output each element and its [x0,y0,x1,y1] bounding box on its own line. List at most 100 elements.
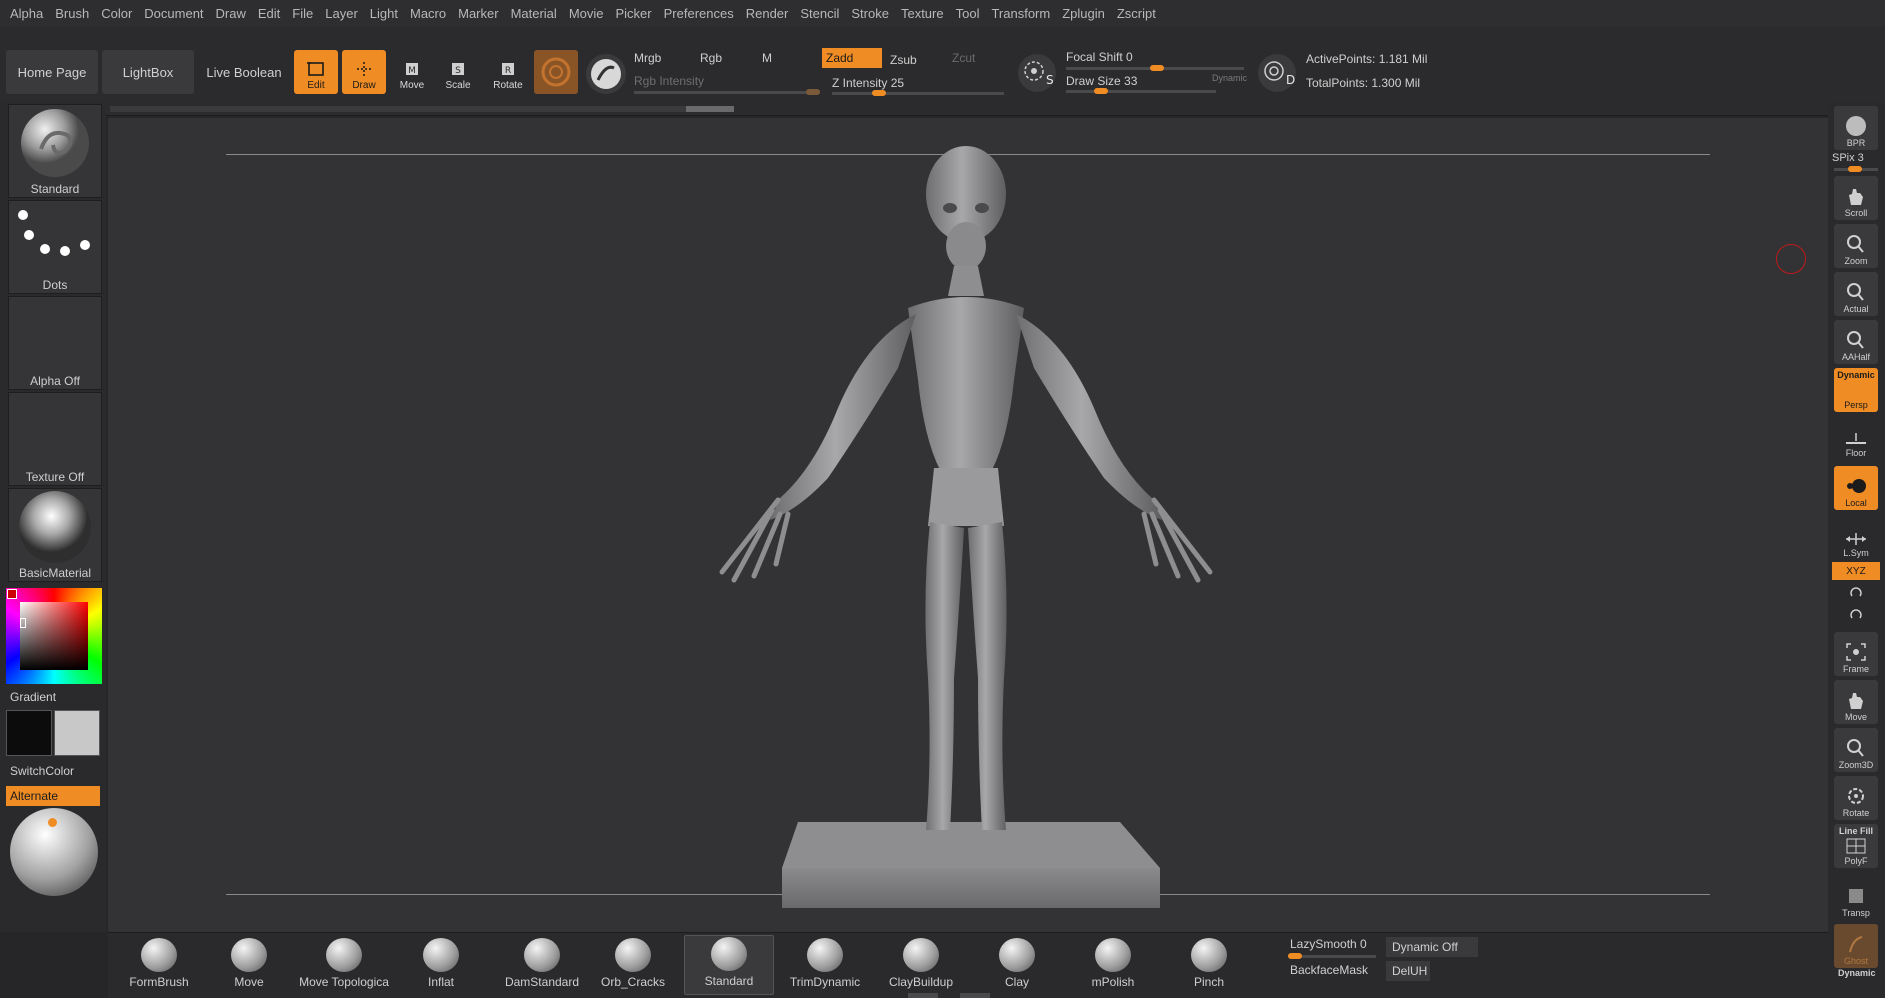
menu-movie[interactable]: Movie [563,6,610,21]
lsym-button[interactable]: L.Sym [1834,520,1878,560]
rgb-intensity-slider[interactable] [634,89,820,95]
menu-texture[interactable]: Texture [895,6,950,21]
menu-zplugin[interactable]: Zplugin [1056,6,1111,21]
brush-inflat[interactable]: Inflat [396,935,486,995]
polyf-button[interactable]: Line Fill PolyF [1834,824,1878,868]
floor-button[interactable]: Floor [1834,420,1878,460]
rgb-intensity-knob[interactable] [806,89,820,95]
menu-draw[interactable]: Draw [210,6,252,21]
scale-mode-button[interactable]: S Scale [436,50,480,94]
brush-move[interactable]: Move [204,935,294,995]
deluh-button[interactable]: DelUH [1386,961,1430,981]
ghost-button[interactable]: Ghost [1834,924,1878,968]
menu-material[interactable]: Material [505,6,563,21]
canvas-viewport[interactable] [108,118,1828,932]
menu-transform[interactable]: Transform [985,6,1056,21]
menu-file[interactable]: File [286,6,319,21]
stroke-d-icon[interactable]: D [1258,54,1296,92]
menu-preferences[interactable]: Preferences [658,6,740,21]
shelf-scroll-left[interactable] [908,993,938,998]
rotate-y-icon[interactable] [1848,586,1864,602]
edit-mode-button[interactable]: Edit [294,50,338,94]
lazy-smooth-label[interactable]: LazySmooth 0 [1290,937,1367,951]
menu-marker[interactable]: Marker [452,6,504,21]
brush-standard[interactable]: Standard [684,935,774,995]
move-view-button[interactable]: Move [1834,680,1878,724]
menu-stencil[interactable]: Stencil [794,6,845,21]
transp-button[interactable]: Transp [1834,876,1878,920]
backface-mask-button[interactable]: BackfaceMask [1290,963,1368,977]
brush-mpolish[interactable]: mPolish [1068,935,1158,995]
actual-button[interactable]: Actual [1834,272,1878,316]
menu-macro[interactable]: Macro [404,6,452,21]
stroke-s-icon[interactable]: S [1018,54,1056,92]
brush-pinch[interactable]: Pinch [1164,935,1254,995]
light-sphere[interactable] [10,808,98,896]
draw-mode-button[interactable]: Draw [342,50,386,94]
menu-layer[interactable]: Layer [319,6,364,21]
menu-zscript[interactable]: Zscript [1111,6,1162,21]
sculptris-pro-button[interactable] [534,50,578,94]
menu-brush[interactable]: Brush [49,6,95,21]
scroll-button[interactable]: Scroll [1834,176,1878,220]
brush-trimdynamic[interactable]: TrimDynamic [780,935,870,995]
rgb-toggle[interactable]: Rgb [696,48,752,68]
menu-light[interactable]: Light [364,6,404,21]
alpha-thumbnail[interactable]: Alpha Off [8,296,102,390]
saturation-square[interactable] [20,602,88,670]
spix-label[interactable]: SPix 3 [1832,152,1864,164]
brush-damstandard[interactable]: DamStandard [492,935,592,995]
brush-style-icon[interactable] [586,54,626,94]
lazy-smooth-knob[interactable] [1288,953,1302,959]
zoom-button[interactable]: Zoom [1834,224,1878,268]
spix-slider[interactable] [1834,166,1878,172]
home-page-button[interactable]: Home Page [6,50,98,94]
light-position-marker[interactable] [48,818,57,827]
material-thumbnail[interactable]: BasicMaterial [8,488,102,582]
menu-alpha[interactable]: Alpha [4,6,49,21]
bpr-button[interactable]: BPR [1834,106,1878,150]
dynamic-size-toggle[interactable]: Dynamic [1212,73,1247,83]
brush-clay[interactable]: Clay [972,935,1062,995]
alternate-button[interactable]: Alternate [6,786,100,806]
m-toggle[interactable]: M [758,48,818,68]
main-color-swatch[interactable] [6,710,52,756]
secondary-color-swatch[interactable] [54,710,100,756]
z-intensity-slider[interactable] [832,90,1004,96]
brush-thumbnail[interactable]: Standard [8,104,102,198]
brush-formbrush[interactable]: FormBrush [114,935,204,995]
zoom3d-button[interactable]: Zoom3D [1834,728,1878,772]
move-mode-button[interactable]: M Move [390,50,434,94]
brush-move-topological[interactable]: Move Topologica [294,935,394,995]
alien-sculpt-model[interactable] [108,118,1828,932]
toolbar-scrollbar-thumb[interactable] [686,106,734,112]
z-intensity-knob[interactable] [872,90,886,96]
frame-button[interactable]: Frame [1834,632,1878,676]
persp-button[interactable]: Dynamic Persp [1834,368,1878,412]
focal-shift-knob[interactable] [1150,65,1164,71]
zsub-toggle[interactable]: Zsub [886,50,942,70]
color-picker[interactable] [6,588,102,684]
toolbar-scrollbar-track[interactable] [110,106,734,112]
menu-stroke[interactable]: Stroke [845,6,895,21]
dynamic-subdiv-label[interactable]: Dynamic [1838,968,1876,978]
zcut-toggle[interactable]: Zcut [948,48,988,68]
local-button[interactable]: Local [1834,466,1878,510]
draw-size-knob[interactable] [1094,88,1108,94]
spix-knob[interactable] [1848,166,1862,172]
brush-claybuildup[interactable]: ClayBuildup [876,935,966,995]
mrgb-toggle[interactable]: Mrgb [630,48,692,68]
aahalf-button[interactable]: AAHalf [1834,320,1878,364]
focal-shift-slider[interactable] [1066,65,1244,71]
gradient-label[interactable]: Gradient [10,690,56,704]
rotate-mode-button[interactable]: R Rotate [486,50,530,94]
lazy-smooth-slider[interactable] [1288,953,1376,959]
menu-tool[interactable]: Tool [950,6,986,21]
xyz-button[interactable]: XYZ [1832,562,1880,580]
shelf-scroll-right[interactable] [960,993,990,998]
rotate-view-button[interactable]: Rotate [1834,776,1878,820]
brush-orb-cracks[interactable]: Orb_Cracks [588,935,678,995]
lightbox-button[interactable]: LightBox [102,50,194,94]
dynamic-off-button[interactable]: Dynamic Off [1386,937,1478,957]
menu-color[interactable]: Color [95,6,138,21]
